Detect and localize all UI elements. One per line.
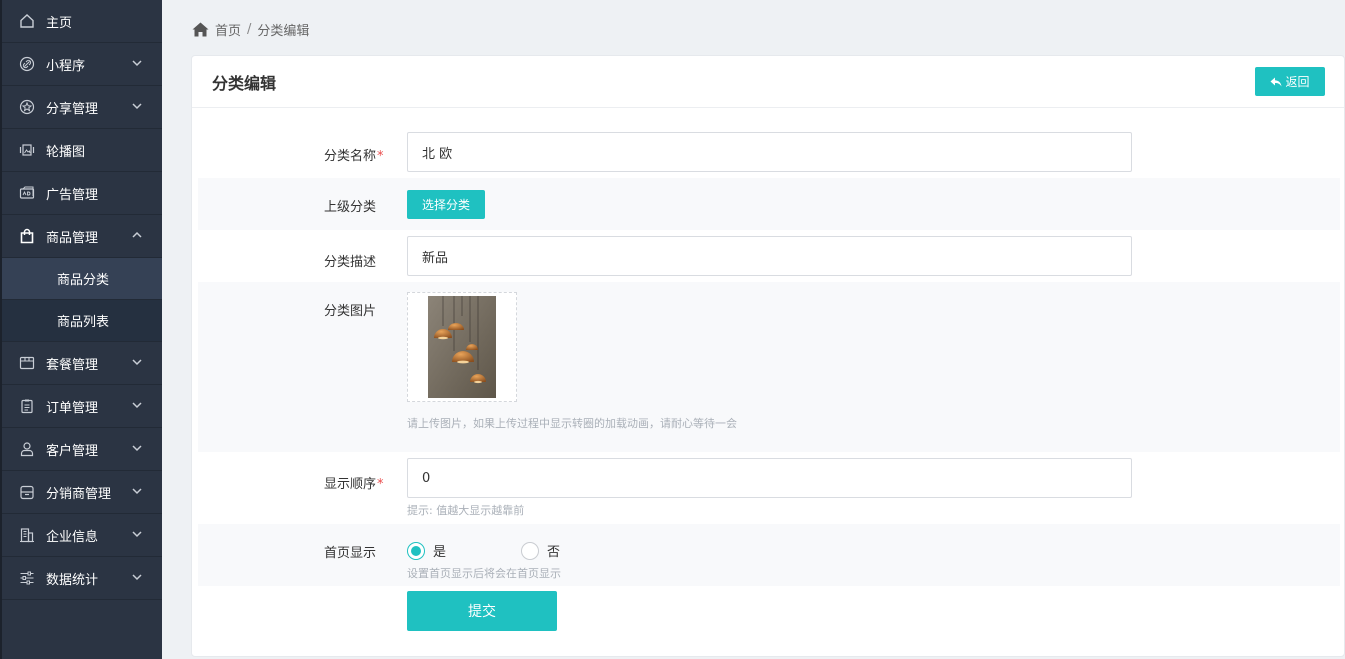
form-row-home: 首页显示 是 否 设置首页显示后将会在首页显示 [198,524,1340,586]
image-upload-box[interactable] [407,292,517,402]
sidebar-item-ads[interactable]: 广告管理 [2,172,162,215]
desc-label: 分类描述 [324,255,377,270]
sidebar-item-label: 数据统计 [46,572,99,588]
chevron-down-icon [130,484,144,498]
chevron-down-icon [130,398,144,412]
home-icon[interactable] [192,22,209,37]
form-row-desc: 分类描述 [198,230,1340,282]
image-label: 分类图片 [324,304,377,319]
sidebar-item-label: 企业信息 [46,529,99,545]
chevron-down-icon [130,355,144,369]
category-desc-input[interactable] [407,236,1132,276]
order-label: 显示顺序* [324,473,384,492]
sidebar-item-customers[interactable]: 客户管理 [2,428,162,471]
sidebar-item-label: 套餐管理 [46,357,99,373]
back-button[interactable]: 返回 [1255,67,1325,96]
sidebar-item-label: 轮播图 [46,144,86,160]
back-button-label: 返回 [1285,75,1310,89]
radio-label: 否 [547,545,561,560]
sidebar-item-label: 分享管理 [46,101,99,117]
link-icon [18,55,36,73]
chevron-up-icon [130,228,144,242]
bag-icon [18,227,36,245]
sidebar-item-distributors[interactable]: 分销商管理 [2,471,162,514]
sliders-icon [18,569,36,587]
breadcrumb-separator: / [247,22,252,37]
required-mark: * [377,477,384,492]
breadcrumb: 首页 / 分类编辑 [192,20,309,39]
sidebar-item-label: 商品管理 [46,230,99,246]
sidebar-item-packages[interactable]: 套餐管理 [2,342,162,385]
sidebar-item-carousel[interactable]: 轮播图 [2,129,162,172]
sidebar-item-label: 客户管理 [46,443,99,459]
home-label: 首页显示 [324,546,377,561]
chevron-down-icon [130,527,144,541]
radio-checked-icon [407,541,425,560]
home-icon [18,12,36,30]
sidebar-item-statistics[interactable]: 数据统计 [2,557,162,600]
sidebar-item-label: 小程序 [46,58,86,74]
category-name-input[interactable] [407,132,1132,172]
sidebar-subitem-product-category[interactable]: 商品分类 [2,258,162,300]
home-display-no-radio[interactable]: 否 [521,541,560,560]
chevron-down-icon [130,99,144,113]
submit-button[interactable]: 提交 [407,591,557,631]
breadcrumb-current: 分类编辑 [257,24,310,39]
clipboard-icon [18,397,36,415]
ad-icon [18,184,36,202]
sidebar-subitem-label: 商品列表 [57,315,110,330]
chevron-down-icon [130,56,144,70]
breadcrumb-home-link[interactable]: 首页 [215,20,241,39]
image-help-text: 请上传图片，如果上传过程中显示转圈的加载动画，请耐心等待一会 [407,417,737,430]
form-row-order: 显示顺序* 提示: 值越大显示越靠前 [198,452,1340,524]
name-label: 分类名称* [324,145,384,164]
radio-label: 是 [433,545,447,560]
carousel-icon [18,141,36,159]
form-row-parent: 上级分类 选择分类 [198,178,1340,230]
sidebar-item-label: 主页 [46,15,73,31]
chevron-down-icon [130,441,144,455]
order-help-text: 提示: 值越大显示越靠前 [407,504,525,517]
star-icon [18,98,36,116]
category-image-thumbnail [428,296,496,398]
sidebar-item-miniprogram[interactable]: 小程序 [2,43,162,86]
edit-panel: 分类编辑 返回 分类名称* 上级分类 选择分类 分类描述 分类图片 [191,55,1345,657]
required-mark: * [377,149,384,164]
sidebar-subitem-label: 商品分类 [57,273,110,288]
sidebar-item-label: 分销商管理 [46,486,112,502]
reply-icon [1270,77,1282,86]
order-label-text: 显示顺序 [324,477,377,492]
sidebar-item-label: 订单管理 [46,400,99,416]
parent-label: 上级分类 [324,200,377,215]
sidebar-item-share[interactable]: 分享管理 [2,86,162,129]
chevron-down-icon [130,570,144,584]
name-label-text: 分类名称 [324,149,377,164]
sidebar-item-orders[interactable]: 订单管理 [2,385,162,428]
sidebar-item-home[interactable]: 主页 [2,0,162,43]
store-icon [18,483,36,501]
page-title: 分类编辑 [212,73,277,93]
radio-unchecked-icon [521,541,539,560]
home-display-yes-radio[interactable]: 是 [407,541,446,560]
panel-header: 分类编辑 返回 [192,56,1344,108]
form-row-name: 分类名称* [198,126,1340,178]
sidebar-subitem-product-list[interactable]: 商品列表 [2,300,162,342]
sidebar-item-company[interactable]: 企业信息 [2,514,162,557]
form-row-image: 分类图片 请上传图片，如果上传过程中显示转圈的加载动画，请耐心等待一会 [198,282,1340,452]
sidebar: 主页 小程序 分享管理 轮播图 广告管理 商品管理 商品分类 商品列表 套餐管理… [0,0,162,659]
building-icon [18,526,36,544]
display-order-input[interactable] [407,458,1132,498]
select-category-button[interactable]: 选择分类 [407,190,485,219]
home-help-text: 设置首页显示后将会在首页显示 [407,567,561,580]
sidebar-item-label: 广告管理 [46,187,99,203]
sidebar-item-products[interactable]: 商品管理 [2,215,162,258]
box-icon [18,354,36,372]
user-icon [18,440,36,458]
